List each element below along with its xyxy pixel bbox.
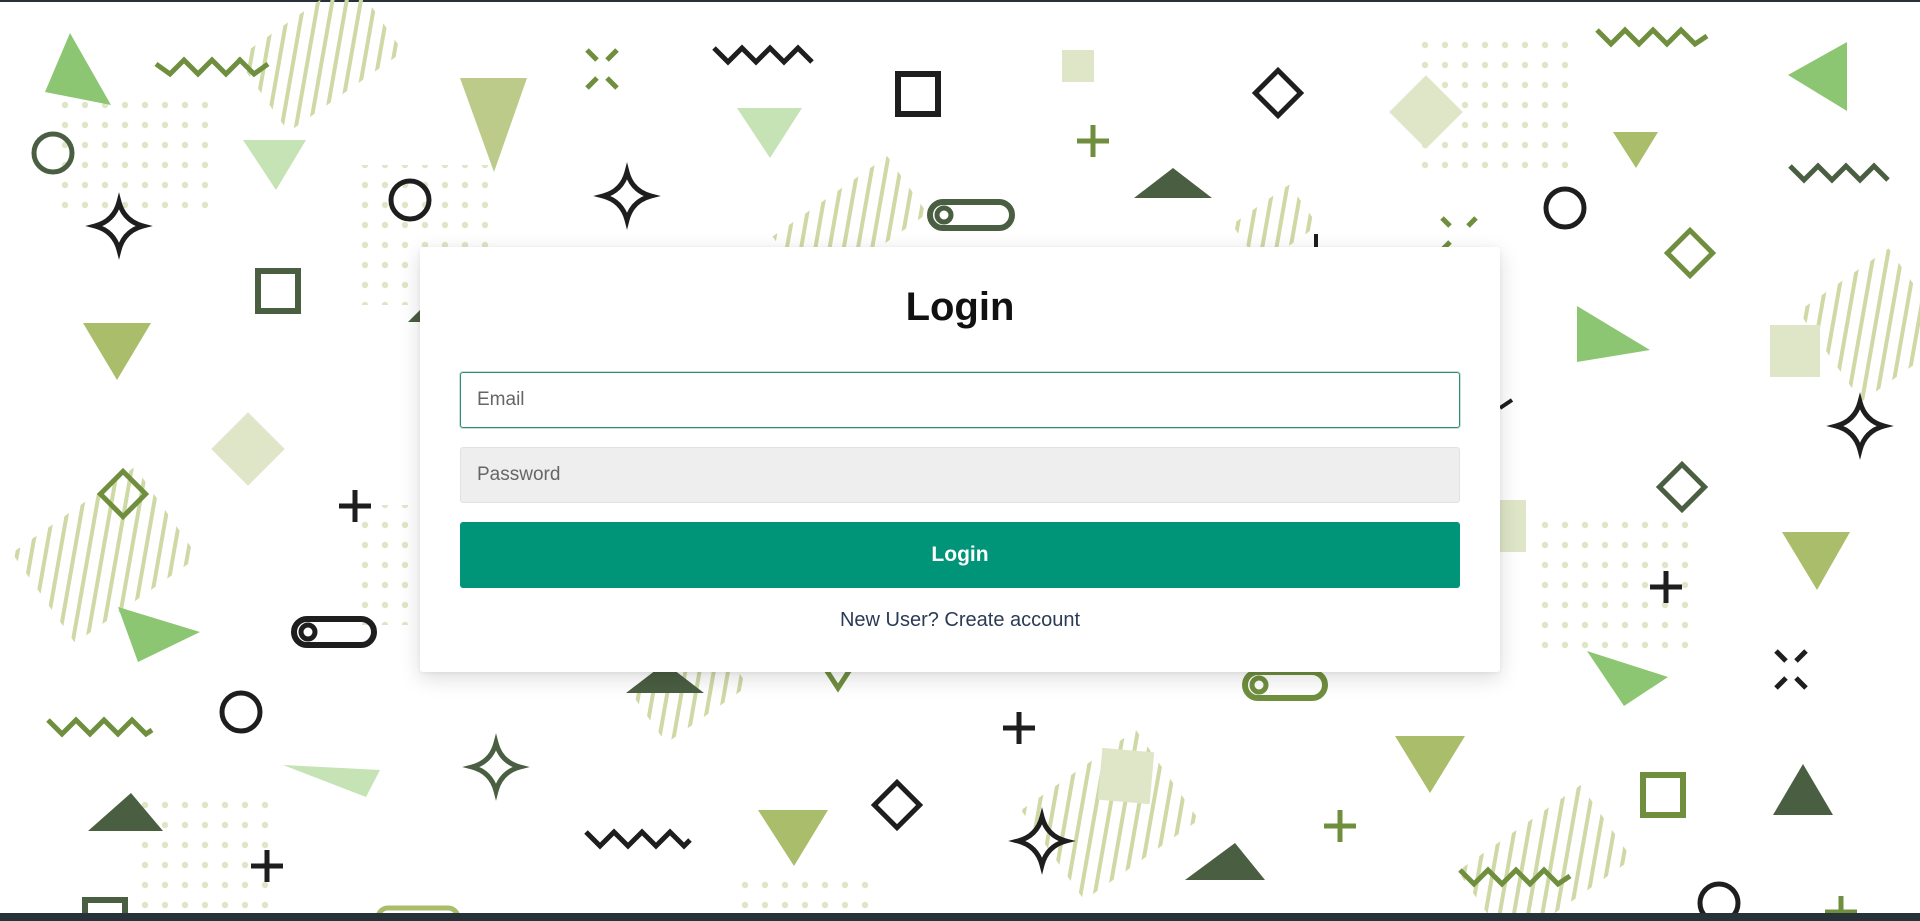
create-account-link[interactable]: New User? Create account [420, 609, 1500, 632]
email-input[interactable] [460, 372, 1460, 428]
password-input[interactable] [460, 447, 1460, 503]
login-card: Login Login New User? Create account [420, 247, 1500, 672]
login-title: Login [905, 285, 1015, 329]
bottom-edge [0, 913, 1920, 921]
login-button[interactable]: Login [460, 522, 1460, 588]
